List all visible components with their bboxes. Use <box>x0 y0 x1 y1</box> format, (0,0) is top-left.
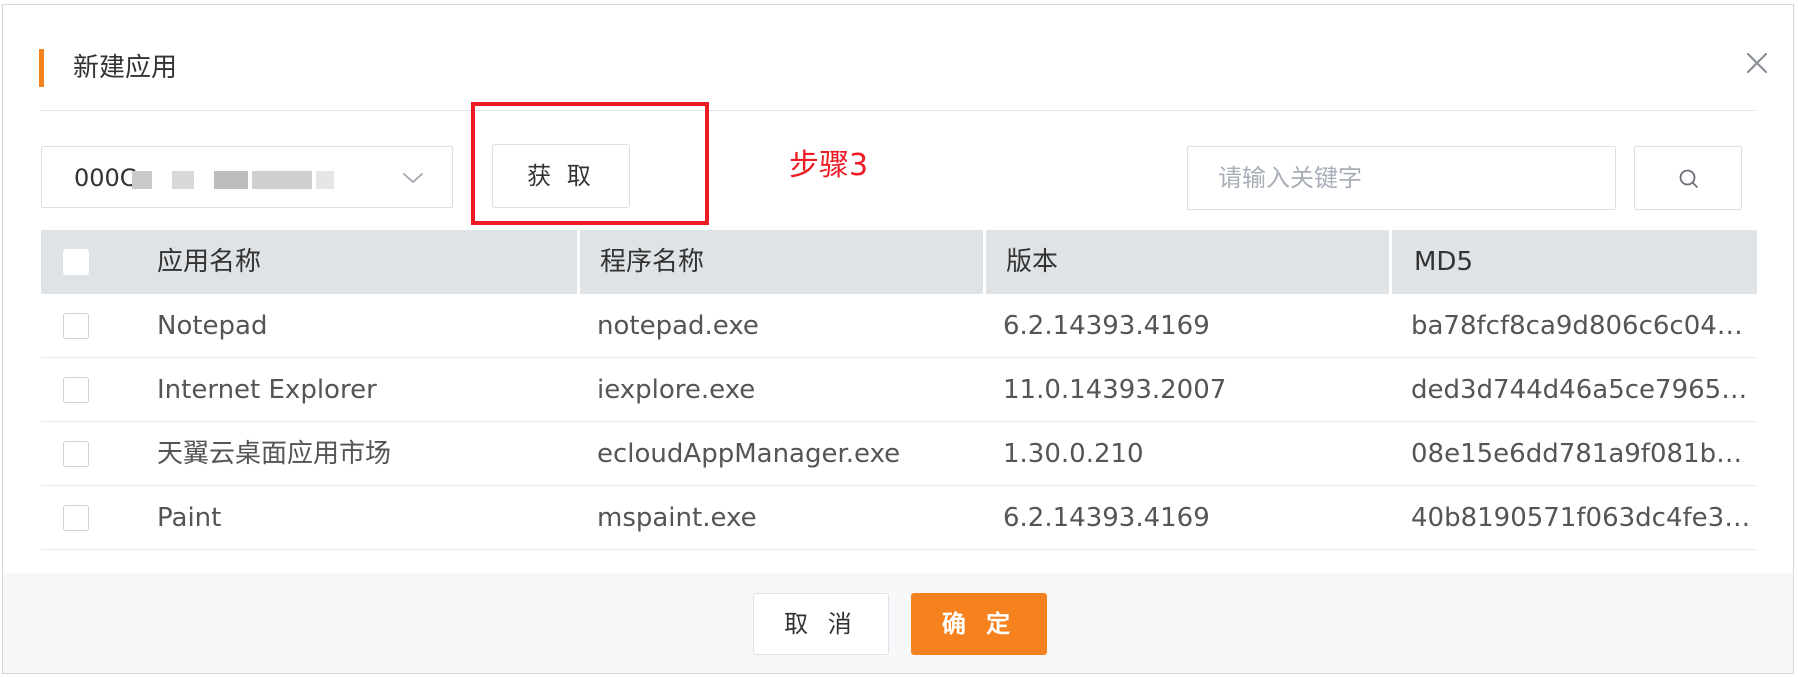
app-name-cell: 天翼云桌面应用市场 <box>157 439 392 469</box>
md5-cell: ba78fcf8ca9d806c6c04735... <box>1411 311 1757 341</box>
md5-cell: 08e15e6dd781a9f081b24b... <box>1411 439 1757 469</box>
desktop-select[interactable]: 000C <box>41 146 453 208</box>
search-icon <box>1679 169 1698 188</box>
cancel-button[interactable]: 取 消 <box>753 593 889 655</box>
chevron-down-icon <box>403 173 423 183</box>
program-name-cell: notepad.exe <box>597 311 759 341</box>
table-row[interactable]: Internet Explorer iexplore.exe 11.0.1439… <box>41 358 1757 422</box>
redacted-region <box>172 171 194 189</box>
select-value: 000C <box>74 164 137 192</box>
table-header-row: 应用名称 程序名称 版本 MD5 <box>41 230 1757 294</box>
close-button[interactable] <box>1739 45 1775 81</box>
redacted-region <box>132 171 152 189</box>
redacted-region <box>252 171 312 189</box>
new-app-dialog: 新建应用 000C 获 取 步骤3 应用名称 程序名称 版 <box>2 4 1794 674</box>
program-name-cell: iexplore.exe <box>597 375 756 405</box>
row-checkbox[interactable] <box>63 505 89 531</box>
title-accent-bar <box>39 49 44 87</box>
app-name-cell: Notepad <box>157 311 268 341</box>
annotation-step-label: 步骤3 <box>789 148 869 183</box>
row-checkbox-cell <box>41 422 157 485</box>
search-input[interactable] <box>1187 146 1616 210</box>
app-table: 应用名称 程序名称 版本 MD5 Notepad notepad.exe 6.2… <box>41 230 1757 550</box>
version-cell: 6.2.14393.4169 <box>1003 311 1210 341</box>
app-name-cell: Internet Explorer <box>157 375 377 405</box>
dialog-title: 新建应用 <box>73 53 178 83</box>
column-header-program-name[interactable]: 程序名称 <box>577 230 983 294</box>
annotation-highlight-box <box>471 102 709 225</box>
row-checkbox-cell <box>41 358 157 421</box>
dialog-footer: 取 消 确 定 <box>3 573 1793 673</box>
column-header-app-name[interactable]: 应用名称 <box>157 230 577 294</box>
select-all-checkbox[interactable] <box>63 249 89 275</box>
row-checkbox[interactable] <box>63 441 89 467</box>
column-header-md5[interactable]: MD5 <box>1389 230 1757 294</box>
search-button[interactable] <box>1634 146 1742 210</box>
version-cell: 6.2.14393.4169 <box>1003 503 1210 533</box>
row-checkbox-cell <box>41 486 157 549</box>
md5-cell: 40b8190571f063dc4fe30fb... <box>1411 503 1757 533</box>
table-row[interactable]: 天翼云桌面应用市场 ecloudAppManager.exe 1.30.0.21… <box>41 422 1757 486</box>
redacted-region <box>214 171 248 189</box>
version-cell: 11.0.14393.2007 <box>1003 375 1227 405</box>
table-row[interactable]: Notepad notepad.exe 6.2.14393.4169 ba78f… <box>41 294 1757 358</box>
program-name-cell: ecloudAppManager.exe <box>597 439 901 469</box>
md5-cell: ded3d744d46a5ce7965ce2... <box>1411 375 1757 405</box>
version-cell: 1.30.0.210 <box>1003 439 1144 469</box>
table-row[interactable]: Paint mspaint.exe 6.2.14393.4169 40b8190… <box>41 486 1757 550</box>
row-checkbox-cell <box>41 294 157 357</box>
confirm-button[interactable]: 确 定 <box>911 593 1047 655</box>
title-divider <box>41 110 1755 111</box>
program-name-cell: mspaint.exe <box>597 503 757 533</box>
app-name-cell: Paint <box>157 503 222 533</box>
row-checkbox[interactable] <box>63 313 89 339</box>
redacted-region <box>316 171 334 189</box>
header-checkbox-cell <box>41 230 157 294</box>
row-checkbox[interactable] <box>63 377 89 403</box>
close-icon <box>1746 52 1768 74</box>
column-header-version[interactable]: 版本 <box>983 230 1389 294</box>
